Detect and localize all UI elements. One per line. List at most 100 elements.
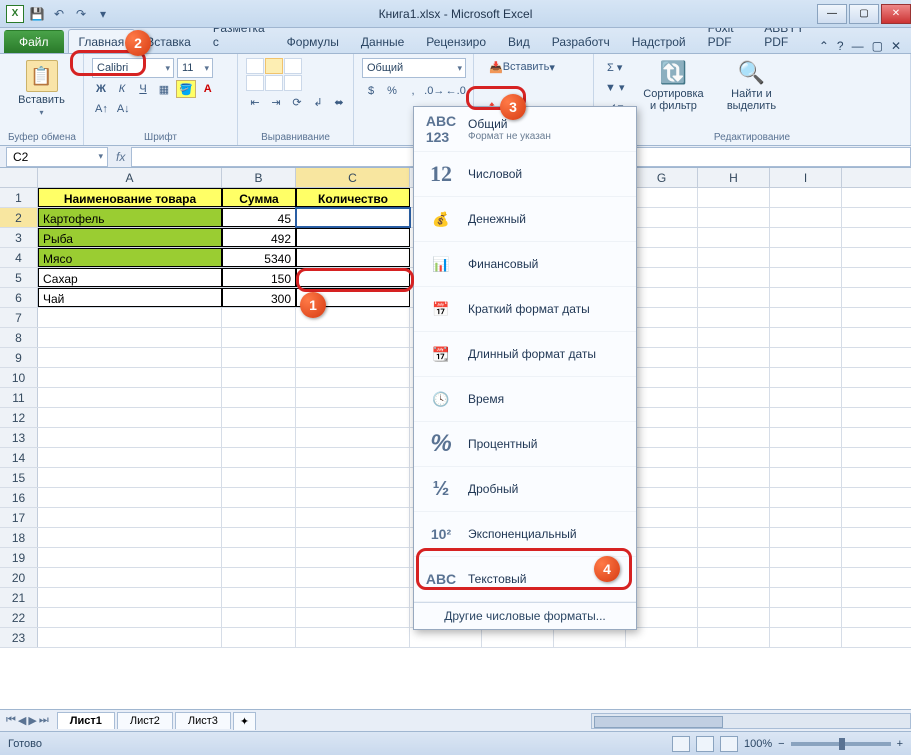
fmt-item-6[interactable]: 🕓Время [414,377,636,422]
row-header-3[interactable]: 3 [0,228,38,247]
row-header-8[interactable]: 8 [0,328,38,347]
cell[interactable] [698,348,770,367]
fmt-item-5[interactable]: 📆Длинный формат даты [414,332,636,377]
row-header-21[interactable]: 21 [0,588,38,607]
cell[interactable] [38,488,222,507]
increase-indent[interactable]: ⇥ [267,93,285,111]
cell[interactable] [296,588,410,607]
fmt-item-7[interactable]: %Процентный [414,422,636,467]
cell[interactable] [698,328,770,347]
select-all-corner[interactable] [0,168,38,187]
cell[interactable] [296,248,410,267]
cell[interactable] [38,428,222,447]
row-header-14[interactable]: 14 [0,448,38,467]
cell[interactable] [38,508,222,527]
cell[interactable] [410,628,482,647]
cell[interactable]: 45 [222,208,296,227]
cell[interactable] [698,468,770,487]
tab-home[interactable]: Главная [68,29,136,53]
cell[interactable] [38,328,222,347]
cell[interactable]: Сумма [222,188,296,207]
normal-view-button[interactable] [672,736,690,752]
comma-button[interactable]: , [404,82,422,100]
fmt-item-10[interactable]: ABCТекстовый [414,557,636,602]
zoom-out-button[interactable]: − [778,738,784,750]
decrease-indent[interactable]: ⇤ [246,93,264,111]
tab-formulas[interactable]: Формулы [276,29,350,53]
page-break-view-button[interactable] [720,736,738,752]
wrap-text-button[interactable]: ↲ [309,93,327,111]
cell[interactable] [770,548,842,567]
cell[interactable] [296,548,410,567]
tab-insert[interactable]: Вставка [135,29,202,53]
cell[interactable] [626,628,698,647]
cell[interactable]: Рыба [38,228,222,247]
cell[interactable] [222,308,296,327]
cell[interactable] [222,628,296,647]
cell[interactable] [296,328,410,347]
cell[interactable] [482,628,554,647]
sheet-tab-2[interactable]: Лист2 [117,712,173,729]
cell[interactable] [38,368,222,387]
cell[interactable] [296,428,410,447]
underline-button[interactable]: Ч [134,80,152,98]
shrink-font-button[interactable]: A↓ [114,100,133,118]
cell[interactable]: Количество [296,188,410,207]
cell[interactable] [698,628,770,647]
fill-color-button[interactable]: 🪣 [176,80,196,98]
cell[interactable] [698,228,770,247]
sheet-tab-3[interactable]: Лист3 [175,712,231,729]
tab-developer[interactable]: Разработч [541,29,621,53]
cell[interactable] [698,608,770,627]
font-color-button[interactable]: A [199,80,217,98]
cell[interactable] [296,268,410,287]
horizontal-scrollbar[interactable] [591,713,911,729]
fill-button[interactable]: ▼ ▾ [602,78,627,96]
cell[interactable] [698,388,770,407]
autosum-button[interactable]: Σ ▾ [602,58,627,76]
row-header-16[interactable]: 16 [0,488,38,507]
cell[interactable] [770,248,842,267]
sheet-first-icon[interactable]: ⏮ [6,714,16,727]
cell[interactable] [770,408,842,427]
row-header-18[interactable]: 18 [0,528,38,547]
tab-file[interactable]: Файл [4,30,64,53]
font-name-select[interactable]: Calibri [92,58,174,78]
orientation-button[interactable]: ⟳ [288,93,306,111]
bold-button[interactable]: Ж [92,80,110,98]
cell[interactable] [770,528,842,547]
align-right[interactable] [284,75,302,91]
doc-restore-icon[interactable]: ▢ [872,39,883,53]
cell[interactable] [222,348,296,367]
cell[interactable] [222,408,296,427]
align-center[interactable] [265,75,283,91]
cell[interactable] [770,488,842,507]
cell[interactable] [698,488,770,507]
increase-decimal[interactable]: .0→ [425,82,444,100]
cell[interactable] [222,448,296,467]
number-format-select[interactable]: Общий [362,58,466,78]
cell[interactable] [770,308,842,327]
cell[interactable] [698,508,770,527]
cell[interactable] [296,528,410,547]
more-formats-item[interactable]: Другие числовые форматы... [414,602,636,629]
align-left[interactable] [246,75,264,91]
cell[interactable] [222,508,296,527]
cell[interactable]: Наименование товара [38,188,222,207]
fmt-item-9[interactable]: 10²Экспоненциальный [414,512,636,557]
zoom-slider[interactable] [791,742,891,746]
sort-filter-button[interactable]: 🔃 Сортировка и фильтр [637,58,709,116]
row-header-2[interactable]: 2 [0,208,38,227]
cell[interactable] [770,268,842,287]
cell[interactable]: Чай [38,288,222,307]
align-middle[interactable] [265,58,283,74]
row-header-22[interactable]: 22 [0,608,38,627]
cell[interactable] [698,548,770,567]
cell[interactable] [770,508,842,527]
tab-data[interactable]: Данные [350,29,415,53]
ribbon-min-icon[interactable]: ⌃ [819,39,829,53]
cell[interactable] [770,388,842,407]
find-select-button[interactable]: 🔍 Найти и выделить [719,58,783,116]
cell[interactable] [296,508,410,527]
cell[interactable] [222,528,296,547]
